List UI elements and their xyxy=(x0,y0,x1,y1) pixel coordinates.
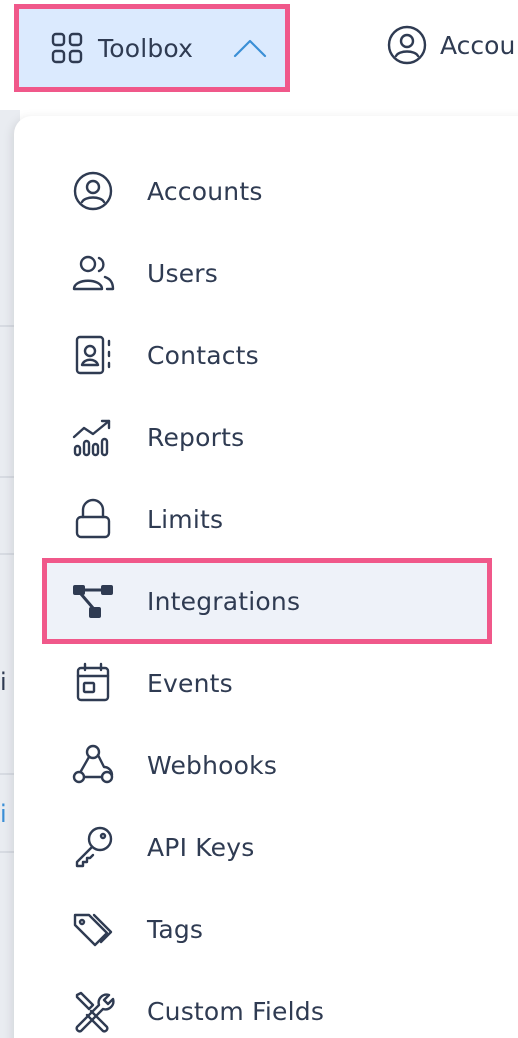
menu-item-label: Accounts xyxy=(147,176,263,206)
bar-chart-trend-icon xyxy=(69,413,117,461)
grid-icon xyxy=(51,32,83,64)
background-divider xyxy=(0,851,14,853)
menu-item-label: Contacts xyxy=(147,340,259,370)
menu-item-label: API Keys xyxy=(147,832,255,862)
menu-item-label: Custom Fields xyxy=(147,996,325,1026)
nav-accounts-label: Accou xyxy=(440,30,516,60)
webhook-icon xyxy=(69,741,117,789)
background-text-fragment: i xyxy=(0,668,7,696)
chevron-up-icon xyxy=(234,39,267,58)
hierarchy-nodes-icon xyxy=(69,577,117,625)
background-divider xyxy=(0,476,14,478)
menu-item-api-keys[interactable]: API Keys xyxy=(14,806,518,888)
nav-accounts[interactable]: Accou xyxy=(386,24,515,66)
menu-item-webhooks[interactable]: Webhooks xyxy=(14,724,518,806)
menu-item-tags[interactable]: Tags xyxy=(14,888,518,970)
page: Toolbox Accou i i Accounts Users Contact… xyxy=(0,0,518,1038)
menu-item-contacts[interactable]: Contacts xyxy=(14,314,518,396)
tools-icon xyxy=(69,987,117,1035)
menu-item-custom-fields[interactable]: Custom Fields xyxy=(14,970,518,1038)
menu-item-users[interactable]: Users xyxy=(14,232,518,314)
background-link-fragment[interactable]: i xyxy=(0,800,7,828)
lock-icon xyxy=(69,495,117,543)
background-divider xyxy=(0,773,14,775)
background-divider xyxy=(0,553,14,555)
key-icon xyxy=(69,823,117,871)
user-circle-icon xyxy=(387,25,427,65)
menu-item-label: Webhooks xyxy=(147,750,278,780)
menu-item-integrations[interactable]: Integrations xyxy=(42,558,492,644)
background-divider xyxy=(0,325,14,327)
menu-item-events[interactable]: Events xyxy=(14,642,518,724)
contact-book-icon xyxy=(69,331,117,379)
menu-item-label: Reports xyxy=(147,422,245,452)
menu-item-accounts[interactable]: Accounts xyxy=(14,150,518,232)
menu-item-limits[interactable]: Limits xyxy=(14,478,518,560)
menu-item-label: Users xyxy=(147,258,219,288)
top-navigation: Toolbox Accou xyxy=(0,0,518,110)
menu-item-label: Events xyxy=(147,668,233,698)
toolbox-label: Toolbox xyxy=(98,33,194,63)
menu-item-reports[interactable]: Reports xyxy=(14,396,518,478)
menu-item-label: Limits xyxy=(147,504,224,534)
toolbox-menu-button[interactable]: Toolbox xyxy=(14,4,290,92)
menu-item-label: Integrations xyxy=(147,586,301,616)
menu-item-label: Tags xyxy=(147,914,204,944)
calendar-icon xyxy=(69,659,117,707)
toolbox-dropdown-menu: Accounts Users Contacts Reports Limits I… xyxy=(14,116,518,1038)
tags-icon xyxy=(69,905,117,953)
users-icon xyxy=(69,249,117,297)
user-circle-icon xyxy=(69,167,117,215)
